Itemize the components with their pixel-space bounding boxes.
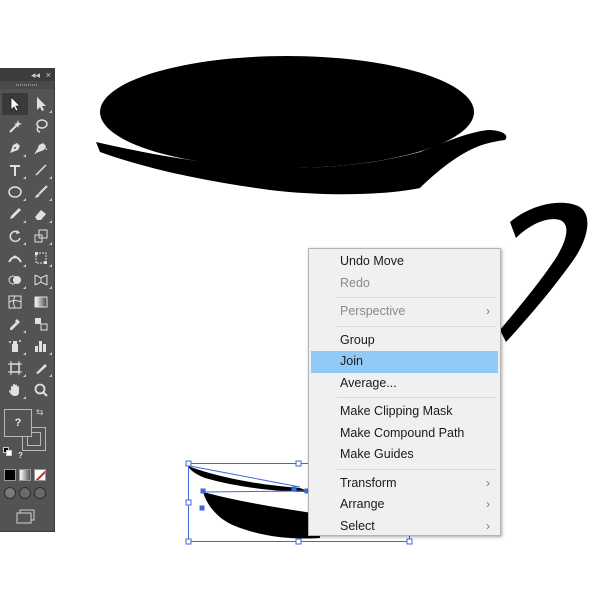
draw-behind-icon[interactable] [19,487,31,499]
menu-item-perspective: Perspective › [311,301,498,323]
submenu-chevron-icon: › [486,518,490,533]
menu-item-label: Transform [340,475,397,490]
menu-separator [337,325,496,327]
paintbrush-tool-icon[interactable] [28,181,54,203]
menu-item-group[interactable]: Group [311,330,498,352]
menu-item-undo-move[interactable]: Undo Move [311,251,498,273]
menu-item-join[interactable]: Join [311,351,498,373]
cup-top-ellipse[interactable] [100,56,474,168]
menu-separator [337,297,496,298]
menu-item-redo: Redo [311,273,498,295]
mesh-tool-icon[interactable] [2,291,28,313]
pencil-tool-icon[interactable] [2,203,28,225]
gradient-button[interactable] [19,469,31,481]
tools-panel-header[interactable]: ◂◂ × [0,69,54,81]
color-button[interactable] [4,469,16,481]
menu-item-label: Arrange [340,497,385,511]
tool-grid [0,89,54,401]
artboard-tool-icon[interactable] [2,357,28,379]
eraser-tool-icon[interactable] [28,203,54,225]
slice-tool-icon[interactable] [28,357,54,379]
menu-item-make-guides[interactable]: Make Guides [311,444,498,466]
menu-item-make-clipping-mask[interactable]: Make Clipping Mask [311,401,498,423]
magic-wand-tool-icon[interactable] [2,115,28,137]
menu-item-transform[interactable]: Transform › [311,473,498,495]
column-graph-tool-icon[interactable] [28,335,54,357]
submenu-chevron-icon: › [486,497,490,511]
menu-item-label: Select [340,518,375,533]
menu-separator [337,468,496,470]
close-panel-icon[interactable]: × [46,69,51,81]
screen-mode-icon[interactable] [15,509,37,525]
gradient-tool-icon[interactable] [28,291,54,313]
symbol-sprayer-tool-icon[interactable] [2,335,28,357]
color-mode-row [0,467,54,483]
drawing-mode-row [0,483,54,503]
menu-item-label: Undo Move [340,254,404,268]
fill-unknown-label: ? [14,417,22,429]
perspective-grid-tool-icon[interactable] [28,269,54,291]
scale-tool-icon[interactable] [28,225,54,247]
none-button[interactable] [34,469,46,481]
shape-builder-tool-icon[interactable] [2,269,28,291]
menu-item-label: Make Clipping Mask [340,404,453,418]
menu-item-label: Group [340,332,375,347]
free-transform-tool-icon[interactable] [28,247,54,269]
submenu-chevron-icon: › [486,475,490,490]
menu-item-select[interactable]: Select › [311,516,498,538]
cup-handle-stroke[interactable] [500,202,588,342]
selection-tool-icon[interactable] [2,93,28,115]
fill-stroke-area: ? ? ⇆ ? [0,407,54,465]
menu-item-make-compound-path[interactable]: Make Compound Path [311,423,498,445]
menu-separator [337,397,496,398]
fill-swatch[interactable]: ? [4,409,32,437]
fill-unknown-small-label: ? [18,451,23,460]
cup-bottom-stroke-lower[interactable] [203,492,320,539]
menu-item-label: Make Guides [340,447,414,461]
blend-tool-icon[interactable] [28,313,54,335]
panel-grip-handle[interactable] [0,81,54,89]
menu-item-label: Average... [340,375,397,390]
curvature-tool-icon[interactable] [28,137,54,159]
rotate-tool-icon[interactable] [2,225,28,247]
width-tool-icon[interactable] [2,247,28,269]
line-segment-tool-icon[interactable] [28,159,54,181]
type-tool-icon[interactable] [2,159,28,181]
pen-tool-icon[interactable] [2,137,28,159]
menu-item-label: Join [340,354,363,368]
swap-fill-stroke-icon[interactable]: ⇆ [36,407,44,418]
lasso-tool-icon[interactable] [28,115,54,137]
menu-item-label: Perspective [340,304,406,318]
default-fill-stroke-icon[interactable] [3,447,12,456]
menu-item-average[interactable]: Average... [311,373,498,395]
collapse-panel-icon[interactable]: ◂◂ [31,69,40,81]
draw-inside-icon[interactable] [34,487,46,499]
draw-normal-icon[interactable] [4,487,16,499]
direct-selection-tool-icon[interactable] [28,93,54,115]
zoom-tool-icon[interactable] [28,379,54,401]
submenu-chevron-icon: › [486,304,490,318]
menu-item-label: Make Compound Path [340,425,465,440]
tools-panel[interactable]: ◂◂ × ? ⇆ ? [0,68,55,532]
artboard[interactable] [0,0,600,600]
eyedropper-tool-icon[interactable] [2,313,28,335]
menu-item-label: Redo [340,275,370,290]
hand-tool-icon[interactable] [2,379,28,401]
menu-item-arrange[interactable]: Arrange › [311,494,498,516]
ellipse-tool-icon[interactable] [2,181,28,203]
context-menu: Undo Move Redo Perspective › Group Join Averag… [308,248,501,536]
